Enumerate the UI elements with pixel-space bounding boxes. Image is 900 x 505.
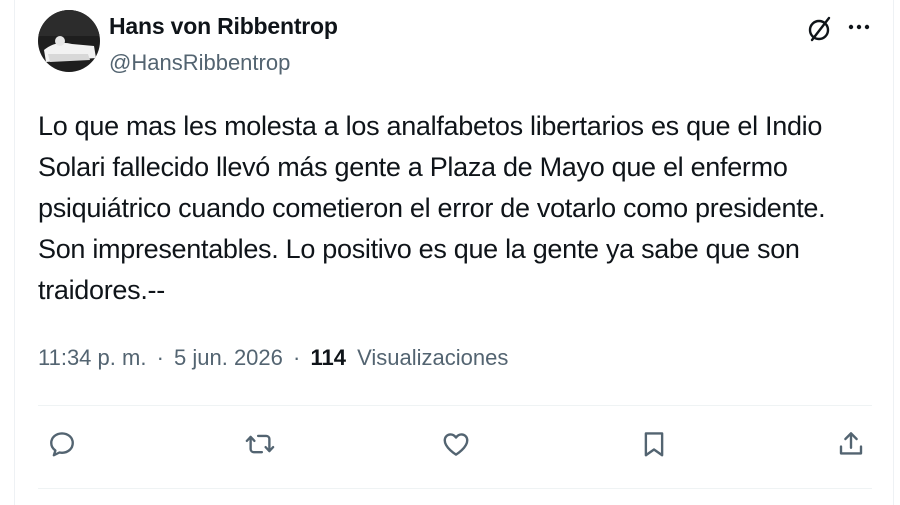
divider xyxy=(38,405,872,406)
bookmark-icon xyxy=(644,432,664,457)
like-icon xyxy=(443,433,469,456)
tweet-text-line: Lo que mas les molesta a los analfabetos… xyxy=(38,111,823,141)
reply-icon xyxy=(50,432,74,457)
avatar-image xyxy=(38,10,100,72)
tweet-text-line: Solari fallecido llevó más gente a Plaza… xyxy=(38,152,788,182)
views-count[interactable]: 114 xyxy=(310,345,346,370)
tweet-text-line: Son impresentables. Lo positivo es que l… xyxy=(38,234,800,264)
tweet-text: Lo que mas les molesta a los analfabetos… xyxy=(38,106,868,311)
more-icon[interactable] xyxy=(846,14,872,40)
tweet-text-line: psiquiátrico cuando cometieron el error … xyxy=(38,193,826,223)
author-display-name[interactable]: Hans von Ribbentrop xyxy=(109,13,338,40)
share-icon xyxy=(839,432,863,455)
like-button[interactable] xyxy=(439,427,473,461)
meta-separator: · xyxy=(293,345,301,370)
reply-button[interactable] xyxy=(45,427,79,461)
avatar[interactable] xyxy=(38,10,100,72)
repost-icon xyxy=(245,434,275,454)
author-handle[interactable]: @HansRibbentrop xyxy=(109,50,290,76)
meta-separator: · xyxy=(156,345,164,370)
tweet-date[interactable]: 5 jun. 2026 xyxy=(174,345,283,370)
tweet-meta: 11:34 p. m. · 5 jun. 2026 · 114 Visualiz… xyxy=(38,345,508,371)
share-button[interactable] xyxy=(834,427,868,461)
tweet-time[interactable]: 11:34 p. m. xyxy=(38,345,146,370)
tweet-text-line: traidores.-- xyxy=(38,275,165,305)
bookmark-button[interactable] xyxy=(637,427,671,461)
grok-icon[interactable] xyxy=(805,14,835,44)
views-label[interactable]: Visualizaciones xyxy=(357,345,508,370)
repost-button[interactable] xyxy=(243,427,277,461)
divider xyxy=(38,488,872,489)
